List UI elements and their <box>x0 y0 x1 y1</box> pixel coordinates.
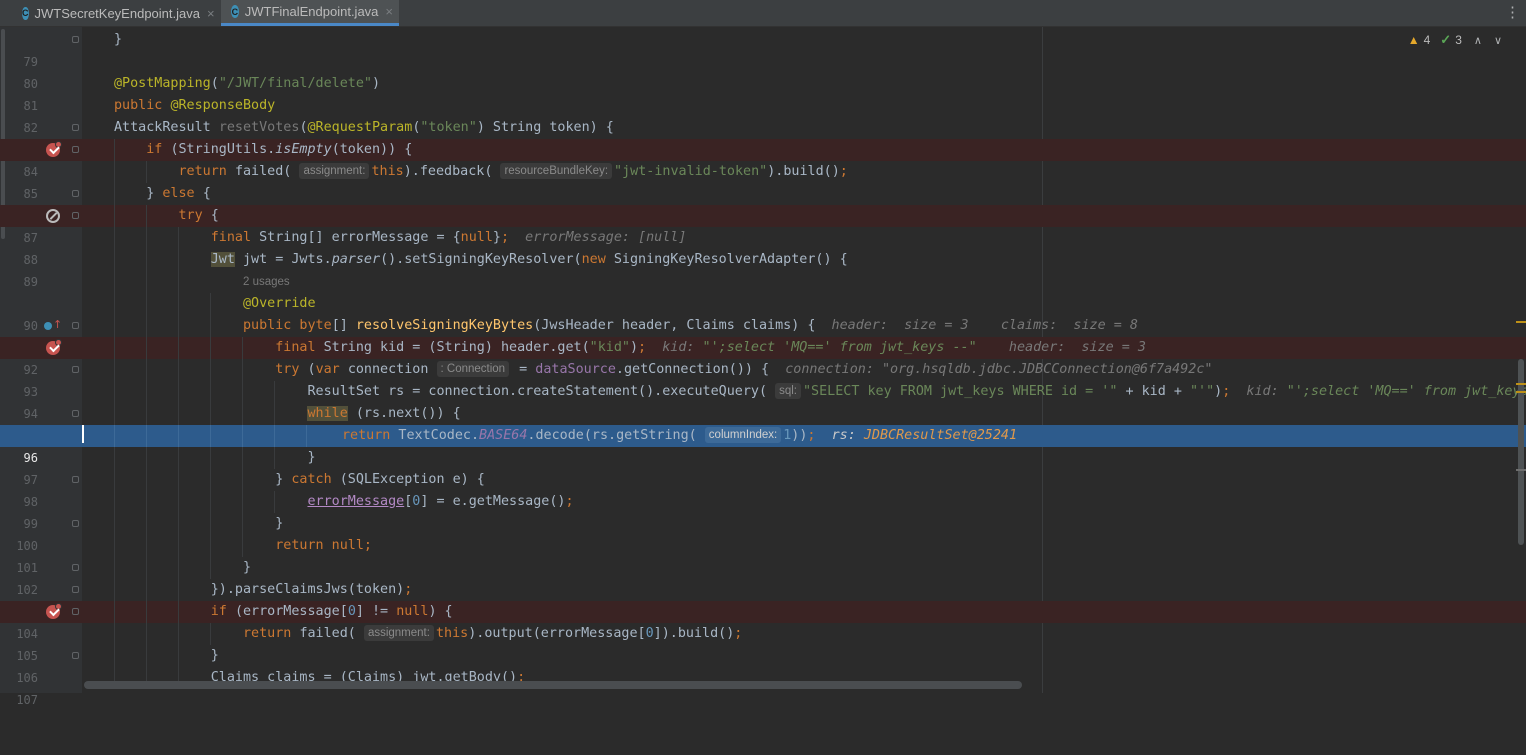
code-line-breakpoint[interactable]: 87 try { <box>0 205 1526 245</box>
code-text: return failed( assignment: this).feedback… <box>114 161 848 183</box>
fold-icon[interactable] <box>72 586 79 593</box>
code-text: } else { <box>114 183 211 205</box>
code-text: final String[] errorMessage = {null}; er… <box>114 227 686 249</box>
code-editor[interactable]: ▲ 4 ✓ 3 ∧ ∨ 79 } 80 81 @PostMapping("/JW… <box>0 27 1526 707</box>
code-text: errorMessage[0] = e.getMessage(); <box>114 491 574 513</box>
code-line[interactable]: 79 } <box>0 29 1526 69</box>
vertical-scrollbar[interactable] <box>1516 27 1526 693</box>
override-icon[interactable] <box>44 314 62 336</box>
java-class-icon: C <box>22 6 29 20</box>
fold-icon[interactable] <box>72 322 79 329</box>
code-text: if (errorMessage[0] != null) { <box>114 601 453 623</box>
fold-icon[interactable] <box>72 520 79 527</box>
breakpoint-icon[interactable] <box>46 339 62 355</box>
fold-icon[interactable] <box>72 608 79 615</box>
code-text: 2 usages <box>114 271 290 293</box>
usages-hint[interactable]: 2 usages <box>243 276 290 288</box>
code-line[interactable]: 86 } else { <box>0 183 1526 223</box>
breakpoint-icon[interactable] <box>46 603 62 619</box>
code-text: while (rs.next()) { <box>114 403 461 425</box>
fold-icon[interactable] <box>72 146 79 153</box>
code-line[interactable]: 106 } <box>0 645 1526 685</box>
code-line[interactable]: 97 } <box>0 447 1526 487</box>
code-text: @PostMapping("/JWT/final/delete") <box>114 76 381 91</box>
fold-icon[interactable] <box>72 124 79 131</box>
code-line[interactable]: 88 final String[] errorMessage = {null};… <box>0 227 1526 267</box>
more-vertical-icon[interactable]: ⋮ <box>1505 3 1520 21</box>
horizontal-scrollbar[interactable] <box>84 681 1022 689</box>
code-line-breakpoint[interactable]: 104 if (errorMessage[0] != null) { <box>0 601 1526 641</box>
code-line-usages: 2 usages <box>0 271 1526 293</box>
code-text: public @ResponseBody <box>114 98 276 113</box>
code-text: ResultSet rs = connection.createStatemen… <box>114 381 1526 403</box>
tab-jwt-secret-key-endpoint[interactable]: C JWTSecretKeyEndpoint.java × <box>12 0 220 26</box>
tab-jwt-final-endpoint[interactable]: C JWTFinalEndpoint.java × <box>221 0 399 26</box>
editor-tab-bar: C JWTSecretKeyEndpoint.java × C JWTFinal… <box>0 0 1526 27</box>
text-caret <box>82 425 84 443</box>
code-text: try { <box>114 205 219 227</box>
fold-icon[interactable] <box>72 212 79 219</box>
code-text: } <box>114 513 283 535</box>
code-text: return failed( assignment: this).output(e… <box>114 623 742 645</box>
code-line[interactable]: 89 Jwt jwt = Jwts.parser().setSigningKey… <box>0 249 1526 289</box>
fold-icon[interactable] <box>72 36 79 43</box>
usage-marker[interactable] <box>1516 469 1526 471</box>
code-text: public byte[] resolveSigningKeyBytes(Jws… <box>114 315 1138 337</box>
code-line[interactable]: 105 return failed( assignment: this).outp… <box>0 623 1526 663</box>
code-text: try (var connection : Connection = dataS… <box>114 359 1212 381</box>
close-icon[interactable]: × <box>207 6 215 21</box>
code-text: return TextCodec.BASE64.decode(rs.getStr… <box>82 425 1017 447</box>
breakpoint-icon[interactable] <box>46 141 62 157</box>
code-text: AttackResult resetVotes(@RequestParam("t… <box>114 120 614 135</box>
code-text: Jwt jwt = Jwts.parser().setSigningKeyRes… <box>114 249 848 271</box>
code-text: } <box>114 32 123 47</box>
fold-icon[interactable] <box>72 190 79 197</box>
tab-label: JWTFinalEndpoint.java <box>244 4 379 19</box>
code-text: }).parseClaimsJws(token); <box>114 579 412 601</box>
code-line[interactable]: 90 @Override <box>0 293 1526 333</box>
code-text: } catch (SQLException e) { <box>114 469 485 491</box>
code-line[interactable]: 91 public byte[] resolveSigningKeyBytes(… <box>0 314 1526 355</box>
code-text: } <box>114 447 316 469</box>
warning-marker[interactable] <box>1516 321 1526 323</box>
code-line[interactable]: 82 public @ResponseBody <box>0 95 1526 135</box>
code-line[interactable]: 83 AttackResult resetVotes(@RequestParam… <box>0 117 1526 157</box>
tab-label: JWTSecretKeyEndpoint.java <box>34 5 200 21</box>
code-text: final String kid = (String) header.get("… <box>114 337 1146 359</box>
code-text: } <box>114 645 219 667</box>
java-class-icon: C <box>231 5 239 18</box>
code-text: return null; <box>114 535 372 557</box>
code-text: @Override <box>114 293 316 315</box>
code-line[interactable]: 102 } <box>0 557 1526 597</box>
code-line[interactable]: 98 } catch (SQLException e) { <box>0 469 1526 509</box>
warning-marker[interactable] <box>1516 383 1526 385</box>
close-icon[interactable]: × <box>385 4 393 19</box>
code-line-current-execution[interactable]: 96 return TextCodec.BASE64.decode(rs.get… <box>0 425 1526 465</box>
code-text: if (StringUtils.isEmpty(token)) { <box>114 139 412 161</box>
code-line[interactable]: 101 return null; <box>0 535 1526 575</box>
code-line[interactable]: 80 <box>0 51 1526 91</box>
fold-icon[interactable] <box>72 652 79 659</box>
code-text: } <box>114 557 251 579</box>
warning-marker[interactable] <box>1516 391 1526 393</box>
code-line[interactable]: 94 ResultSet rs = connection.createState… <box>0 381 1526 421</box>
code-line-breakpoint[interactable]: 92 final String kid = (String) header.ge… <box>0 337 1526 377</box>
breakpoint-disabled-icon[interactable] <box>46 209 60 223</box>
line-number: 107 <box>16 693 38 707</box>
code-line[interactable]: 99 errorMessage[0] = e.getMessage(); <box>0 491 1526 531</box>
code-line[interactable]: 103 }).parseClaimsJws(token); <box>0 579 1526 619</box>
fold-icon[interactable] <box>72 366 79 373</box>
fold-icon[interactable] <box>72 476 79 483</box>
code-line[interactable]: 81 @PostMapping("/JWT/final/delete") <box>0 73 1526 113</box>
scrollbar-thumb[interactable] <box>1518 359 1524 545</box>
code-line-breakpoint[interactable]: 84 if (StringUtils.isEmpty(token)) { <box>0 139 1526 179</box>
fold-icon[interactable] <box>72 564 79 571</box>
code-line[interactable]: 85 return failed( assignment: this).feedb… <box>0 161 1526 201</box>
code-line[interactable]: 100 } <box>0 513 1526 553</box>
code-line[interactable]: 93 try (var connection : Connection = da… <box>0 359 1526 399</box>
fold-icon[interactable] <box>72 410 79 417</box>
code-line[interactable]: 95 while (rs.next()) { <box>0 403 1526 443</box>
